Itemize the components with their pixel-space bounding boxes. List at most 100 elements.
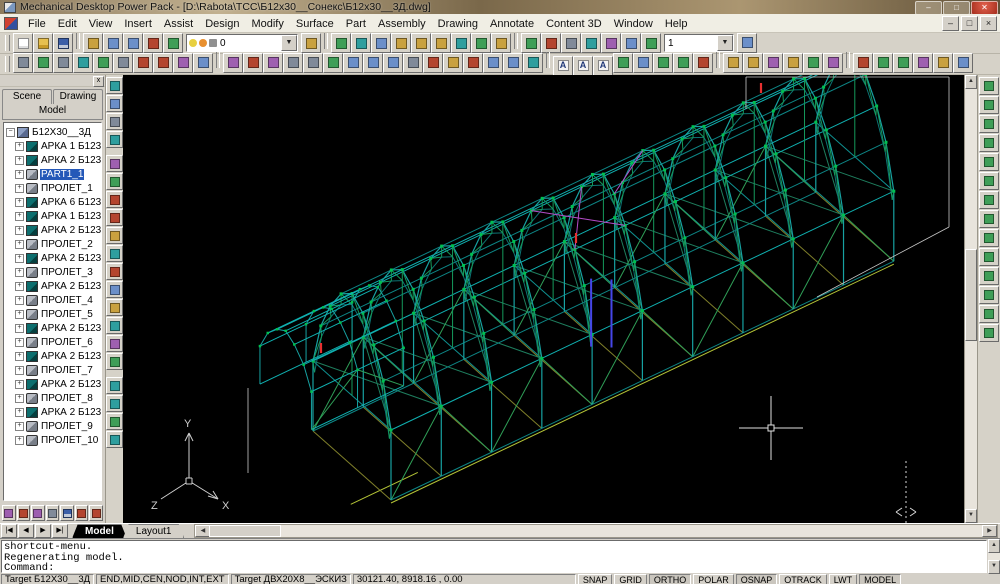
fea-calc-icon[interactable] bbox=[106, 377, 123, 394]
menu-design[interactable]: Design bbox=[199, 18, 245, 30]
explode-icon[interactable] bbox=[503, 53, 523, 73]
mdi-restore-button[interactable]: □ bbox=[961, 16, 978, 31]
tree-item[interactable]: +АРКА 2 Б1230_7 bbox=[4, 349, 101, 363]
tree-expand-icon[interactable]: + bbox=[15, 380, 24, 389]
save-scene-icon[interactable] bbox=[60, 505, 74, 521]
tab-model[interactable]: Model bbox=[2, 104, 103, 120]
tree-item[interactable]: +АРКА 6 Б1230_1 bbox=[4, 195, 101, 209]
flush-constraint-icon[interactable] bbox=[933, 53, 953, 73]
scroll-down-icon[interactable]: ▼ bbox=[965, 509, 977, 523]
deflection-calc-icon[interactable] bbox=[106, 413, 123, 430]
tree-item[interactable]: +ПРОЛЕТ_9 bbox=[4, 419, 101, 433]
assemble-icon[interactable] bbox=[893, 53, 913, 73]
toggle-otrack[interactable]: OTRACK bbox=[779, 574, 827, 584]
tree-expand-icon[interactable]: + bbox=[15, 226, 24, 235]
tree-item[interactable]: +ПРОЛЕТ_2 bbox=[4, 237, 101, 251]
lights-icon[interactable] bbox=[979, 115, 999, 133]
scale-icon[interactable] bbox=[363, 53, 383, 73]
dim-style-icon[interactable] bbox=[641, 33, 661, 53]
screw-connection-icon[interactable] bbox=[106, 77, 123, 94]
materials-library-icon[interactable] bbox=[979, 153, 999, 171]
show-materials-icon[interactable] bbox=[979, 324, 999, 342]
stretch-icon[interactable] bbox=[383, 53, 403, 73]
dim-vertical-icon[interactable] bbox=[541, 33, 561, 53]
maximize-button[interactable]: □ bbox=[943, 1, 970, 15]
toggle-polar[interactable]: POLAR bbox=[693, 574, 734, 584]
tree-item[interactable]: +АРКА 2 Б1230_9 bbox=[4, 405, 101, 419]
dim-horizontal-icon[interactable] bbox=[521, 33, 541, 53]
append-sketch-icon[interactable] bbox=[371, 33, 391, 53]
tree-item[interactable]: +АРКА 2 Б1230_3 bbox=[4, 251, 101, 265]
render-icon[interactable] bbox=[783, 53, 803, 73]
power-view-icon[interactable] bbox=[106, 155, 123, 172]
delete-icon[interactable] bbox=[46, 505, 60, 521]
tree-item[interactable]: +АРКА 2 Б1230_4 bbox=[4, 279, 101, 293]
tree-item[interactable]: +ПРОЛЕТ_4 bbox=[4, 293, 101, 307]
tree-item[interactable]: +АРКА 1 Б1230_2 bbox=[4, 209, 101, 223]
tree-item[interactable]: +ПРОЛЕТ_8 bbox=[4, 391, 101, 405]
drawing-viewport[interactable]: YXZ bbox=[123, 75, 964, 523]
open-file-icon[interactable] bbox=[33, 33, 53, 53]
tree-expand-icon[interactable]: + bbox=[15, 198, 24, 207]
zoom-previous-icon[interactable] bbox=[673, 53, 693, 73]
tree-item[interactable]: +ПРОЛЕТ_3 bbox=[4, 265, 101, 279]
mdi-minimize-button[interactable]: – bbox=[942, 16, 959, 31]
hatch-icon[interactable] bbox=[193, 53, 213, 73]
dim-angle-icon[interactable] bbox=[561, 33, 581, 53]
edit-link-icon[interactable] bbox=[2, 505, 16, 521]
menu-edit[interactable]: Edit bbox=[52, 18, 83, 30]
menu-help[interactable]: Help bbox=[659, 18, 694, 30]
trim-icon[interactable] bbox=[403, 53, 423, 73]
highlight-icon[interactable] bbox=[75, 505, 89, 521]
landscape-library-icon[interactable] bbox=[979, 267, 999, 285]
command-input[interactable]: shortcut-menu.Regenerating model.Command… bbox=[1, 540, 987, 573]
surface-symbol-icon[interactable] bbox=[106, 245, 123, 262]
tree-expand-icon[interactable]: + bbox=[15, 394, 24, 403]
parts-list-icon[interactable] bbox=[106, 317, 123, 334]
feature-symbol-icon[interactable] bbox=[106, 281, 123, 298]
scale-combo[interactable]: 1 ▼ bbox=[664, 34, 734, 52]
mirror-icon[interactable] bbox=[263, 53, 283, 73]
tree-item[interactable]: +АРКА 2 Б1230_1 bbox=[4, 153, 101, 167]
balloon-icon[interactable] bbox=[106, 299, 123, 316]
menu-drawing[interactable]: Drawing bbox=[432, 18, 484, 30]
mtext-icon[interactable]: A bbox=[573, 56, 593, 76]
title-border-icon[interactable] bbox=[106, 353, 123, 370]
bom-database-icon[interactable] bbox=[106, 335, 123, 352]
panel-header[interactable]: x bbox=[0, 75, 105, 87]
pan-realtime-icon[interactable] bbox=[633, 53, 653, 73]
tree-item[interactable]: +АРКА 2 Б1230_2 bbox=[4, 223, 101, 237]
desktop-browser-icon[interactable] bbox=[411, 33, 431, 53]
menu-surface[interactable]: Surface bbox=[290, 18, 340, 30]
layer-combo[interactable]: 0 ▼ bbox=[186, 34, 298, 52]
edit-text-icon[interactable]: A bbox=[593, 56, 613, 76]
menu-file[interactable]: File bbox=[22, 18, 52, 30]
dim-radius-icon[interactable] bbox=[581, 33, 601, 53]
tree-expand-icon[interactable]: + bbox=[15, 422, 24, 431]
tree-expand-icon[interactable]: + bbox=[15, 212, 24, 221]
tree-item[interactable]: +ПРОЛЕТ_1 bbox=[4, 181, 101, 195]
menu-assist[interactable]: Assist bbox=[158, 18, 199, 30]
tree-expand-icon[interactable]: + bbox=[15, 408, 24, 417]
menu-modify[interactable]: Modify bbox=[245, 18, 289, 30]
ellipse-icon[interactable] bbox=[153, 53, 173, 73]
shade-icon[interactable] bbox=[763, 53, 783, 73]
rotate-icon[interactable] bbox=[343, 53, 363, 73]
break-icon[interactable] bbox=[443, 53, 463, 73]
tab-layout1[interactable]: Layout1 bbox=[123, 524, 185, 539]
tree-item[interactable]: −Б12X30__3Д bbox=[4, 125, 101, 139]
print-icon[interactable] bbox=[83, 33, 103, 53]
menu-view[interactable]: View bbox=[83, 18, 119, 30]
last-tab-icon[interactable]: ▶| bbox=[52, 524, 68, 538]
weld-symbol-icon[interactable] bbox=[106, 263, 123, 280]
menu-assembly[interactable]: Assembly bbox=[372, 18, 432, 30]
steel-shapes-icon[interactable] bbox=[106, 113, 123, 130]
document-icon[interactable] bbox=[4, 17, 18, 30]
tree-expand-icon[interactable]: + bbox=[15, 366, 24, 375]
moment-calc-icon[interactable] bbox=[106, 395, 123, 412]
scroll-down-icon[interactable]: ▼ bbox=[988, 560, 1000, 574]
menu-annotate[interactable]: Annotate bbox=[484, 18, 540, 30]
close-button[interactable]: ✕ bbox=[971, 1, 998, 15]
prev-tab-icon[interactable]: ◀ bbox=[18, 524, 34, 538]
part-visibility-icon[interactable] bbox=[873, 53, 893, 73]
